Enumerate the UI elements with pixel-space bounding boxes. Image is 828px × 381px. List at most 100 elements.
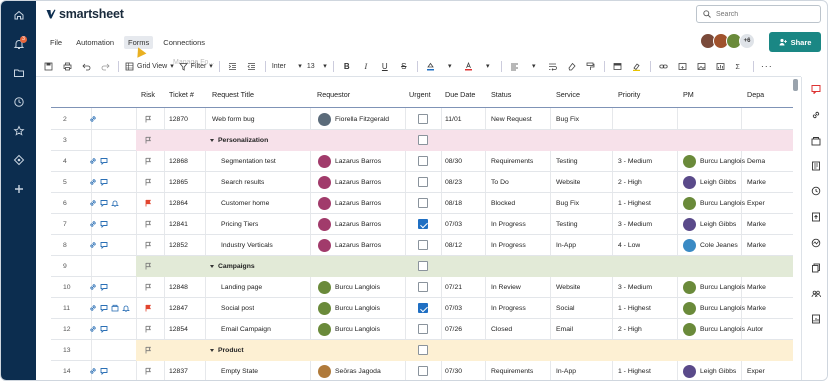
- service-cell[interactable]: Testing: [556, 151, 578, 172]
- risk-flag-icon[interactable]: [144, 220, 152, 230]
- request-title-cell[interactable]: Pricing Tiers: [221, 214, 258, 235]
- col-priority-header[interactable]: Priority: [618, 81, 640, 108]
- department-cell[interactable]: Autor: [747, 319, 763, 340]
- row-link-icon[interactable]: [89, 157, 97, 167]
- table-row[interactable]: 11 12847 Social post Burcu Langlois 07/03 In …: [51, 298, 793, 319]
- department-cell[interactable]: Exper: [747, 193, 765, 214]
- due-date-cell[interactable]: 08/12: [445, 235, 462, 256]
- col-urgent-header[interactable]: Urgent: [409, 81, 431, 108]
- italic-icon[interactable]: I: [359, 59, 373, 73]
- table-row[interactable]: 6 12864 Customer home Lazarus Barros 08/18 Bl…: [51, 193, 793, 214]
- requestor-cell[interactable]: Burcu Langlois: [335, 298, 380, 319]
- priority-cell[interactable]: 1 - Highest: [618, 193, 651, 214]
- brand-logo[interactable]: smartsheet: [46, 7, 124, 21]
- urgent-checkbox[interactable]: [418, 114, 428, 124]
- card-icon[interactable]: [611, 59, 625, 73]
- status-cell[interactable]: New Request: [491, 109, 532, 130]
- menu-connections[interactable]: Connections: [159, 36, 209, 49]
- service-cell[interactable]: Website: [556, 277, 580, 298]
- request-title-cell[interactable]: Web form bug: [212, 109, 255, 130]
- menu-automation[interactable]: Automation: [72, 36, 118, 49]
- home-icon[interactable]: [1, 4, 36, 26]
- ticket-cell[interactable]: 12837: [169, 361, 188, 380]
- bell-icon[interactable]: 3: [1, 33, 36, 55]
- priority-cell[interactable]: 4 - Low: [618, 235, 640, 256]
- requestor-cell[interactable]: Burcu Langlois: [335, 319, 380, 340]
- ticket-cell[interactable]: 12847: [169, 298, 188, 319]
- star-icon[interactable]: [1, 120, 36, 142]
- col-requestor-header[interactable]: Requestor: [317, 81, 350, 108]
- ticket-cell[interactable]: 12865: [169, 172, 188, 193]
- outdent-icon[interactable]: [245, 59, 259, 73]
- tracker-icon[interactable]: [802, 232, 827, 254]
- comment-icon[interactable]: [802, 78, 827, 100]
- col-service-header[interactable]: Service: [556, 81, 580, 108]
- more-icon[interactable]: ···: [760, 59, 774, 73]
- row-link-icon[interactable]: [89, 283, 97, 293]
- risk-flag-icon[interactable]: [144, 157, 152, 167]
- department-cell[interactable]: Marke: [747, 298, 766, 319]
- requestor-cell[interactable]: Seōras Jagoda: [335, 361, 381, 380]
- font-size-select[interactable]: 13 ▾: [307, 59, 327, 73]
- collaborators[interactable]: +6: [700, 33, 755, 49]
- row-link-icon[interactable]: [89, 325, 97, 335]
- pm-cell[interactable]: Cole Jeanes: [700, 235, 738, 256]
- risk-flag-red-icon[interactable]: [144, 199, 152, 209]
- status-cell[interactable]: Blocked: [491, 193, 515, 214]
- requestor-cell[interactable]: Lazarus Barros: [335, 214, 381, 235]
- urgent-checkbox[interactable]: [418, 261, 428, 271]
- risk-flag-icon[interactable]: [144, 241, 152, 251]
- chevron-down-icon[interactable]: ▾: [443, 59, 457, 73]
- share-button[interactable]: Share: [769, 32, 821, 52]
- solutions-icon[interactable]: [1, 149, 36, 171]
- fill-color-icon[interactable]: [424, 59, 438, 73]
- urgent-checkbox[interactable]: [418, 219, 428, 229]
- risk-flag-icon[interactable]: [144, 283, 152, 293]
- redo-icon[interactable]: [98, 59, 112, 73]
- due-date-cell[interactable]: 07/03: [445, 298, 462, 319]
- calc-icon[interactable]: Σ: [733, 59, 747, 73]
- request-title-cell[interactable]: Empty State: [221, 361, 258, 380]
- request-title-cell[interactable]: Segmentation test: [221, 151, 276, 172]
- department-cell[interactable]: Dema: [747, 151, 765, 172]
- request-title-cell[interactable]: Customer home: [221, 193, 269, 214]
- col-pm-header[interactable]: PM: [683, 81, 694, 108]
- ticket-cell[interactable]: 12854: [169, 319, 188, 340]
- status-cell[interactable]: In Progress: [491, 235, 526, 256]
- people-icon[interactable]: [802, 283, 827, 305]
- status-cell[interactable]: Requirements: [491, 361, 533, 380]
- urgent-checkbox[interactable]: [418, 198, 428, 208]
- section-title[interactable]: Product: [210, 340, 244, 361]
- vertical-scrollbar[interactable]: [793, 79, 798, 91]
- ticket-cell[interactable]: 12841: [169, 214, 188, 235]
- row-link-icon[interactable]: [89, 304, 97, 314]
- service-cell[interactable]: Bug Fix: [556, 193, 579, 214]
- service-cell[interactable]: In-App: [556, 361, 576, 380]
- priority-cell[interactable]: 1 - Highest: [618, 361, 651, 380]
- indent-icon[interactable]: [226, 59, 240, 73]
- row-link-icon[interactable]: [89, 367, 97, 377]
- urgent-checkbox[interactable]: [418, 324, 428, 334]
- department-cell[interactable]: Exper: [747, 361, 765, 380]
- folder-icon[interactable]: [1, 62, 36, 84]
- row-reminder-icon[interactable]: [122, 304, 130, 314]
- table-row[interactable]: 4 12868 Segmentation test Lazarus Barros 08/…: [51, 151, 793, 172]
- table-row[interactable]: 5 12865 Search results Lazarus Barros 08/23 T…: [51, 172, 793, 193]
- table-row[interactable]: 14 12837 Empty State Seōras Jagoda 07/30 Requ…: [51, 361, 793, 380]
- collapse-caret-icon[interactable]: [210, 348, 214, 352]
- section-title[interactable]: Personalization: [210, 130, 268, 151]
- status-cell[interactable]: In Progress: [491, 298, 526, 319]
- request-title-cell[interactable]: Landing page: [221, 277, 262, 298]
- image-icon[interactable]: [695, 59, 709, 73]
- risk-flag-icon[interactable]: [144, 115, 152, 125]
- row-comment-icon[interactable]: [100, 304, 108, 314]
- risk-flag-icon[interactable]: [144, 178, 152, 188]
- summary-icon[interactable]: [802, 155, 827, 177]
- search-input[interactable]: [716, 10, 811, 18]
- ticket-cell[interactable]: 12868: [169, 151, 188, 172]
- row-comment-icon[interactable]: [100, 199, 108, 209]
- copy-icon[interactable]: [802, 257, 827, 279]
- table-row[interactable]: 10 12848 Landing page Burcu Langlois 07/21 In…: [51, 277, 793, 298]
- col-status-header[interactable]: Status: [491, 81, 511, 108]
- due-date-cell[interactable]: 08/30: [445, 151, 462, 172]
